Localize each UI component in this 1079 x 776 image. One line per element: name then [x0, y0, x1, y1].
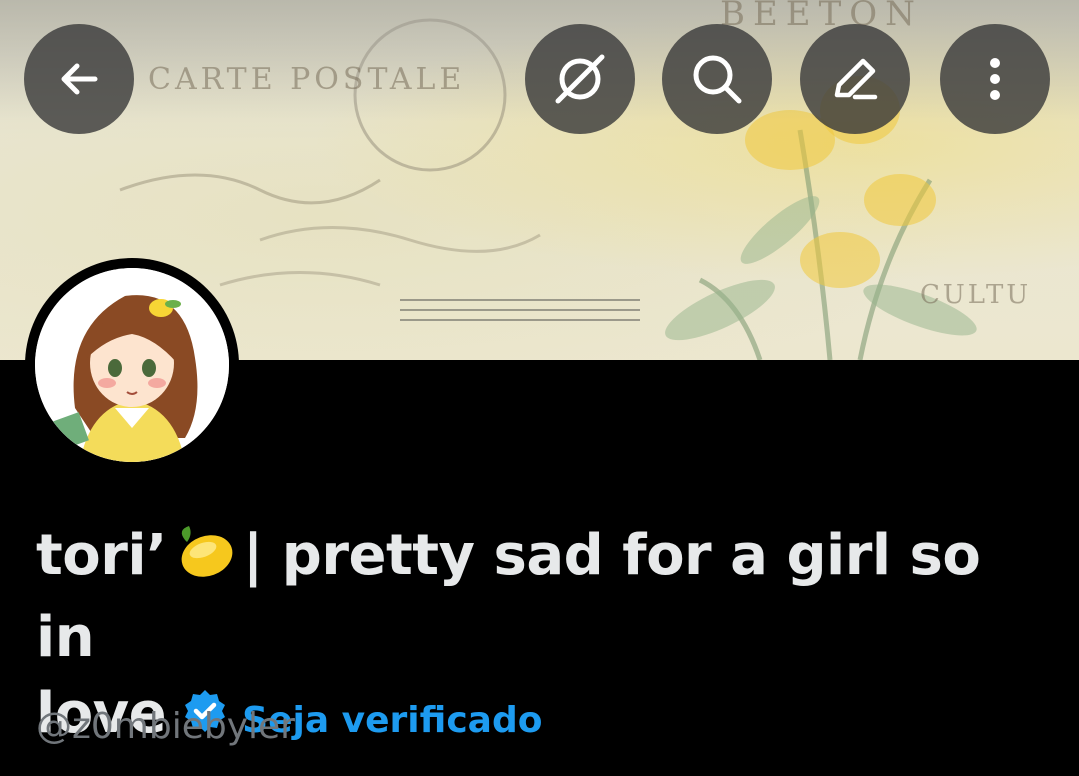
avatar-illustration: [35, 268, 229, 462]
banner-text-cultu: CULTU: [920, 280, 1032, 310]
banner-text-carte: CARTE POSTALE: [148, 62, 466, 97]
arrow-left-icon: [61, 63, 98, 95]
search-icon: [693, 55, 742, 104]
search-button[interactable]: [662, 24, 772, 134]
avatar-frame[interactable]: [25, 258, 239, 472]
back-button[interactable]: [24, 24, 134, 134]
more-button[interactable]: [940, 24, 1050, 134]
user-handle: @z0mbiebyler: [36, 706, 295, 747]
display-name-part1: tori’: [36, 523, 167, 588]
lemon-emoji-icon: [173, 524, 235, 600]
grok-button[interactable]: [525, 24, 635, 134]
grok-icon: [555, 54, 605, 104]
banner-text-beeton: BEETON: [720, 0, 923, 34]
edit-button[interactable]: [800, 24, 910, 134]
avatar[interactable]: [35, 268, 229, 462]
more-vertical-icon: [990, 58, 1000, 100]
pencil-icon: [834, 58, 878, 100]
